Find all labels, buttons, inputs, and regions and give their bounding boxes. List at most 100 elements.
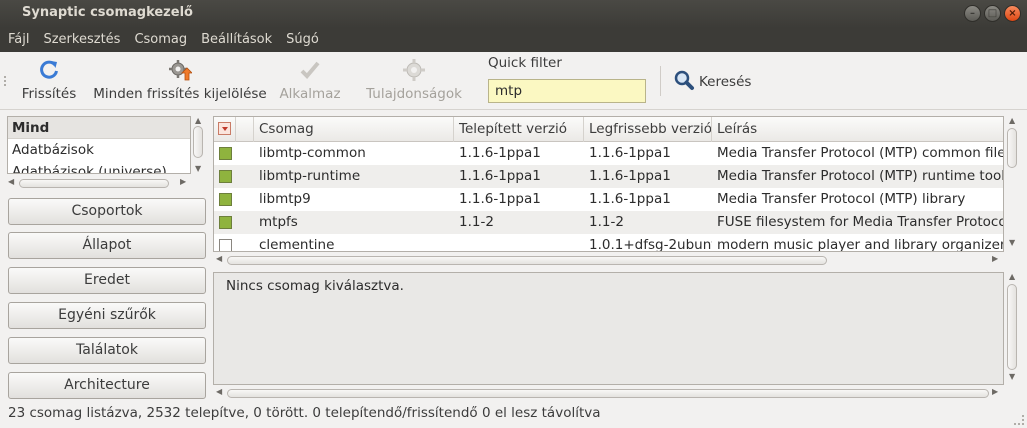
latest-version: 1.1.6-1ppa1 xyxy=(589,191,671,207)
window-title: Synaptic csomagkezelő xyxy=(22,5,193,20)
menu-edit[interactable]: Szerkesztés xyxy=(43,28,120,52)
properties-button[interactable]: Tulajdonságok xyxy=(364,58,464,102)
table-row[interactable]: libmtp-common 1.1.6-1ppa1 1.1.6-1ppa1 Me… xyxy=(214,142,1004,165)
package-description: Media Transfer Protocol (MTP) runtime to… xyxy=(717,168,1004,184)
scroll-down-icon[interactable]: ▼ xyxy=(195,164,201,173)
toolbar: Frissítés Minden frissítés kijelölése Al… xyxy=(0,52,1027,110)
scroll-left-icon[interactable]: ◀ xyxy=(216,387,222,396)
installed-checkbox[interactable] xyxy=(219,170,232,183)
filter-item-all[interactable]: Mind xyxy=(8,117,190,139)
package-details-pane: Nincs csomag kiválasztva. xyxy=(213,272,1004,385)
details-hscrollbar[interactable]: ◀ ▶ xyxy=(213,387,1004,399)
scroll-up-icon[interactable]: ▲ xyxy=(195,116,201,125)
search-results-button[interactable]: Találatok xyxy=(8,337,206,364)
scroll-right-icon[interactable]: ▶ xyxy=(992,254,998,263)
package-table-vscrollbar[interactable]: ▲ ▼ xyxy=(1005,116,1020,252)
status-column-header[interactable] xyxy=(214,117,236,142)
architecture-button[interactable]: Architecture xyxy=(8,372,206,399)
latest-version: 1.0.1+dfsg-2ubuntu xyxy=(589,237,712,252)
support-column-header[interactable] xyxy=(236,117,254,142)
search-icon xyxy=(673,69,695,95)
not-installed-checkbox[interactable] xyxy=(219,239,232,251)
details-hscroll-thumb[interactable] xyxy=(227,389,989,398)
package-table-hscroll-thumb[interactable] xyxy=(227,256,827,265)
filter-item-databases[interactable]: Adatbázisok xyxy=(8,139,190,161)
package-name: clementine xyxy=(259,237,335,252)
filter-list-hscrollbar[interactable]: ◀ ▶ xyxy=(7,177,191,189)
resize-grip[interactable] xyxy=(1014,415,1024,425)
reload-label: Frissítés xyxy=(21,86,77,102)
installed-version: 1.1.6-1ppa1 xyxy=(459,145,541,161)
menu-help[interactable]: Súgó xyxy=(286,28,319,52)
column-header-description[interactable]: Leírás xyxy=(712,117,1003,142)
gear-icon xyxy=(364,58,464,82)
package-table-hscrollbar[interactable]: ◀ ▶ xyxy=(213,254,1004,266)
scroll-down-icon[interactable]: ▼ xyxy=(1009,372,1015,381)
table-row[interactable]: libmtp9 1.1.6-1ppa1 1.1.6-1ppa1 Media Tr… xyxy=(214,188,1003,211)
details-text: Nincs csomag kiválasztva. xyxy=(226,278,404,294)
installed-checkbox[interactable] xyxy=(219,193,232,206)
menu-file[interactable]: Fájl xyxy=(8,28,29,52)
reload-icon xyxy=(20,58,78,82)
quick-filter-label: Quick filter xyxy=(488,55,562,71)
scroll-up-icon[interactable]: ▲ xyxy=(1009,116,1015,125)
status-button[interactable]: Állapot xyxy=(8,232,206,259)
toolbar-separator xyxy=(660,66,661,96)
filter-list-vscrollbar[interactable]: ▲ ▼ xyxy=(191,116,206,178)
package-name: libmtp9 xyxy=(259,191,311,207)
column-header-package[interactable]: Csomag xyxy=(254,117,454,142)
package-description: Media Transfer Protocol (MTP) library xyxy=(717,191,966,207)
table-header: Csomag Telepített verzió Legfrissebb ver… xyxy=(214,117,1003,142)
toolbar-grip[interactable] xyxy=(4,76,8,86)
filter-list-vscroll-thumb[interactable] xyxy=(193,126,203,158)
gear-upgrade-icon xyxy=(92,58,268,82)
latest-version: 1.1.6-1ppa1 xyxy=(589,168,671,184)
mark-all-upgrades-button[interactable]: Minden frissítés kijelölése xyxy=(92,58,268,102)
quick-filter-input[interactable] xyxy=(488,79,646,103)
menu-settings[interactable]: Beállítások xyxy=(201,28,272,52)
filter-item-databases-universe[interactable]: Adatbázisok (universe) xyxy=(8,161,190,173)
package-description: FUSE filesystem for Media Transfer Proto… xyxy=(717,214,1003,230)
package-description: modern music player and library organize… xyxy=(717,237,1004,252)
details-vscrollbar[interactable]: ▲ ▼ xyxy=(1005,272,1020,385)
close-button[interactable]: × xyxy=(1004,5,1021,22)
search-label: Keresés xyxy=(699,74,752,90)
maximize-button[interactable]: □ xyxy=(984,5,1001,22)
column-header-installed-version[interactable]: Telepített verzió xyxy=(454,117,584,142)
package-name: mtpfs xyxy=(259,214,298,230)
apply-label: Alkalmaz xyxy=(279,86,341,102)
scroll-right-icon[interactable]: ▶ xyxy=(180,177,186,186)
scroll-left-icon[interactable]: ◀ xyxy=(8,177,14,186)
groups-button[interactable]: Csoportok xyxy=(8,198,206,225)
reload-button[interactable]: Frissítés xyxy=(20,58,78,102)
scroll-left-icon[interactable]: ◀ xyxy=(216,254,222,263)
menu-package[interactable]: Csomag xyxy=(134,28,187,52)
search-button[interactable]: Keresés xyxy=(673,69,751,95)
checkmark-icon xyxy=(279,58,341,82)
table-row[interactable]: mtpfs 1.1-2 1.1-2 FUSE filesystem for Me… xyxy=(214,211,1003,234)
origin-button[interactable]: Eredet xyxy=(8,267,206,294)
table-row[interactable]: libmtp-runtime 1.1.6-1ppa1 1.1.6-1ppa1 M… xyxy=(214,165,1004,188)
package-description: Media Transfer Protocol (MTP) common fil… xyxy=(717,145,1004,161)
installed-checkbox[interactable] xyxy=(219,216,232,229)
title-bar: Synaptic csomagkezelő – □ × xyxy=(0,0,1027,28)
table-row[interactable]: clementine 1.0.1+dfsg-2ubuntu modern mus… xyxy=(214,234,1004,252)
package-table-vscroll-thumb[interactable] xyxy=(1007,128,1017,168)
apply-button[interactable]: Alkalmaz xyxy=(279,58,341,102)
package-name: libmtp-runtime xyxy=(259,168,361,184)
minimize-button[interactable]: – xyxy=(964,5,981,22)
installed-version: 1.1.6-1ppa1 xyxy=(459,168,541,184)
scroll-down-icon[interactable]: ▼ xyxy=(1009,238,1015,247)
filter-list: Mind Adatbázisok Adatbázisok (universe) xyxy=(7,116,191,174)
package-name: libmtp-common xyxy=(259,145,366,161)
filter-list-hscroll-thumb[interactable] xyxy=(19,179,169,188)
custom-filters-button[interactable]: Egyéni szűrők xyxy=(8,302,206,329)
latest-version: 1.1.6-1ppa1 xyxy=(589,145,671,161)
scroll-right-icon[interactable]: ▶ xyxy=(992,387,998,396)
details-vscroll-thumb[interactable] xyxy=(1007,284,1017,370)
installed-version xyxy=(454,234,584,251)
package-table: Csomag Telepített verzió Legfrissebb ver… xyxy=(213,116,1004,252)
scroll-up-icon[interactable]: ▲ xyxy=(1009,272,1015,281)
installed-checkbox[interactable] xyxy=(219,147,232,160)
column-header-latest-version[interactable]: Legfrissebb verzió xyxy=(584,117,712,142)
